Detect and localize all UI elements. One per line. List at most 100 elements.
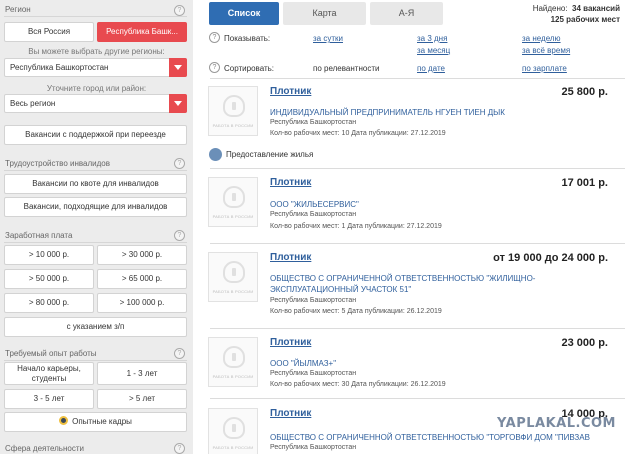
salary-100000-button[interactable]: > 100 000 р.: [97, 293, 187, 313]
vacancy-salary: 23 000 р.: [561, 337, 608, 349]
show-label: Показывать:: [224, 34, 271, 43]
disabled-help-icon[interactable]: ?: [174, 158, 185, 169]
vacancy-region: Республика Башкортостан: [270, 211, 357, 218]
vacancy-meta: Кол-во рабочих мест: 30 Дата публикации:…: [270, 381, 446, 388]
filter-week-link[interactable]: за неделю: [522, 34, 561, 43]
vacancy-company: ООО "ЖИЛЬЕСЕРВИС": [270, 200, 359, 209]
region-title: Регион: [5, 5, 31, 14]
divider: [4, 242, 187, 243]
found-counter: Найдено: 34 вакансий 125 рабочих мест: [533, 3, 620, 25]
logo-caption: РАБОТА В РОССИИ: [212, 374, 254, 379]
vacancy-card[interactable]: РАБОТА В РОССИИ Плотник 17 001 р. ООО "Ж…: [208, 177, 628, 237]
vacancy-meta: Кол-во рабочих мест: 5 Дата публикации: …: [270, 308, 442, 315]
vacancy-meta: Кол-во рабочих мест: 10 Дата публикации:…: [270, 130, 446, 137]
vacancy-title-link[interactable]: Плотник: [270, 86, 311, 97]
emblem-icon: [223, 95, 245, 117]
logo-caption: РАБОТА В РОССИИ: [212, 445, 254, 450]
vacancy-company: ОБЩЕСТВО С ОГРАНИЧЕННОЙ ОТВЕТСТВЕННОСТЬЮ…: [270, 433, 590, 442]
show-help-icon[interactable]: ?: [209, 32, 220, 43]
vacancy-company: ИНДИВИДУАЛЬНЫЙ ПРЕДПРИНИМАТЕЛЬ НГУЕН ТИЕ…: [270, 108, 505, 117]
filter-day-link[interactable]: за сутки: [313, 34, 343, 43]
salary-help-icon[interactable]: ?: [174, 230, 185, 241]
salary-80000-button[interactable]: > 80 000 р.: [4, 293, 94, 313]
selected-region-button[interactable]: Республика Башк...: [97, 22, 187, 42]
city-select-value: Весь регион: [10, 99, 56, 108]
vacancy-salary: 17 001 р.: [561, 177, 608, 189]
disabled-suitable-button[interactable]: Вакансии, подходящие для инвалидов: [4, 197, 187, 217]
experience-title: Требуемый опыт работы: [5, 349, 97, 358]
vacancy-region: Республика Башкортостан: [270, 444, 357, 451]
filter-3days-link[interactable]: за 3 дня: [417, 34, 447, 43]
city-select[interactable]: Весь регион: [4, 94, 187, 113]
vacancy-title-link[interactable]: Плотник: [270, 408, 311, 419]
salary-title: Заработная плата: [5, 231, 73, 240]
vacancy-title-link[interactable]: Плотник: [270, 177, 311, 188]
tab-map[interactable]: Карта: [283, 2, 366, 25]
vacancy-card[interactable]: РАБОТА В РОССИИ Плотник 25 800 р. ИНДИВИ…: [208, 86, 628, 146]
experience-1-3-button[interactable]: 1 - 3 лет: [97, 362, 187, 385]
watermark: YAPLAKAL.COM: [497, 416, 616, 431]
vacancy-salary: от 19 000 до 24 000 р.: [493, 252, 608, 264]
region-help-icon[interactable]: ?: [174, 5, 185, 16]
vacancy-card[interactable]: РАБОТА В РОССИИ Плотник 23 000 р. ООО "Й…: [208, 337, 628, 397]
experience-start-career-button[interactable]: Начало карьеры, студенты: [4, 362, 94, 385]
tab-list[interactable]: Список: [209, 2, 279, 25]
experienced-staff-label: Опытные кадры: [72, 417, 132, 426]
experienced-staff-button[interactable]: Опытные кадры: [4, 412, 187, 432]
vacancy-card[interactable]: РАБОТА В РОССИИ Плотник от 19 000 до 24 …: [208, 252, 628, 324]
employer-logo: РАБОТА В РОССИИ: [208, 177, 258, 227]
salary-50000-button[interactable]: > 50 000 р.: [4, 269, 94, 289]
vacancy-card[interactable]: РАБОТА В РОССИИ Плотник 14 000 р. ОБЩЕСТ…: [208, 408, 628, 454]
salary-65000-button[interactable]: > 65 000 р.: [97, 269, 187, 289]
city-note: Уточните город или район:: [46, 84, 147, 93]
vacancy-region: Республика Башкортостан: [270, 370, 357, 377]
filter-sidebar: Регион ? Вся Россия Республика Башк... В…: [0, 0, 193, 454]
vacancy-title-link[interactable]: Плотник: [270, 337, 311, 348]
region-select[interactable]: Республика Башкортостан: [4, 58, 187, 77]
employer-logo: РАБОТА В РОССИИ: [208, 337, 258, 387]
divider: [4, 16, 187, 17]
vacancy-title-link[interactable]: Плотник: [270, 252, 311, 263]
sort-salary-link[interactable]: по зарплате: [522, 64, 567, 73]
employer-logo: РАБОТА В РОССИИ: [208, 86, 258, 136]
disabled-quota-button[interactable]: Вакансии по квоте для инвалидов: [4, 174, 187, 194]
divider: [4, 170, 187, 171]
housing-label: Предоставление жилья: [226, 150, 314, 159]
all-russia-button[interactable]: Вся Россия: [4, 22, 94, 42]
results-panel: Список Карта А-Я Найдено: 34 вакансий 12…: [200, 0, 640, 454]
with-salary-button[interactable]: с указанием з/п: [4, 317, 187, 337]
logo-caption: РАБОТА В РОССИИ: [212, 123, 254, 128]
tab-az[interactable]: А-Я: [370, 2, 443, 25]
sort-help-icon[interactable]: ?: [209, 62, 220, 73]
vacancy-region: Республика Башкортостан: [270, 119, 357, 126]
vacancy-region: Республика Башкортостан: [270, 297, 357, 304]
filter-month-link[interactable]: за месяц: [417, 46, 450, 55]
vacancies-count: 34 вакансий: [572, 4, 620, 13]
emblem-icon: [223, 261, 245, 283]
salary-10000-button[interactable]: > 10 000 р.: [4, 245, 94, 265]
relocation-support-button[interactable]: Вакансии с поддержкой при переезде: [4, 125, 187, 145]
experience-3-5-button[interactable]: 3 - 5 лет: [4, 389, 94, 409]
employer-logo: РАБОТА В РОССИИ: [208, 408, 258, 454]
vacancy-salary: 25 800 р.: [561, 86, 608, 98]
disabled-employment-title: Трудоустройство инвалидов: [5, 159, 110, 168]
emblem-icon: [223, 186, 245, 208]
vacancy-company: ОБЩЕСТВО С ОГРАНИЧЕННОЙ ОТВЕТСТВЕННОСТЬЮ…: [270, 274, 536, 294]
emblem-icon: [223, 346, 245, 368]
experience-5-plus-button[interactable]: > 5 лет: [97, 389, 187, 409]
other-regions-note: Вы можете выбрать другие регионы:: [28, 47, 165, 56]
sort-date-link[interactable]: по дате: [417, 64, 445, 73]
vacancy-company: ООО "ЙЫЛМАЗ+": [270, 359, 337, 368]
salary-30000-button[interactable]: > 30 000 р.: [97, 245, 187, 265]
experience-help-icon[interactable]: ?: [174, 348, 185, 359]
sort-label: Сортировать:: [224, 64, 275, 73]
sphere-help-icon[interactable]: ?: [174, 443, 185, 454]
filter-all-time-link[interactable]: за всё время: [522, 46, 570, 55]
found-label: Найдено:: [532, 4, 568, 13]
user-icon: [59, 416, 69, 425]
sort-relevance[interactable]: по релевантности: [313, 64, 379, 73]
chevron-down-icon[interactable]: [169, 58, 187, 77]
sphere-title: Сфера деятельности: [5, 444, 84, 453]
chevron-down-icon[interactable]: [169, 94, 187, 113]
employer-logo: РАБОТА В РОССИИ: [208, 252, 258, 302]
